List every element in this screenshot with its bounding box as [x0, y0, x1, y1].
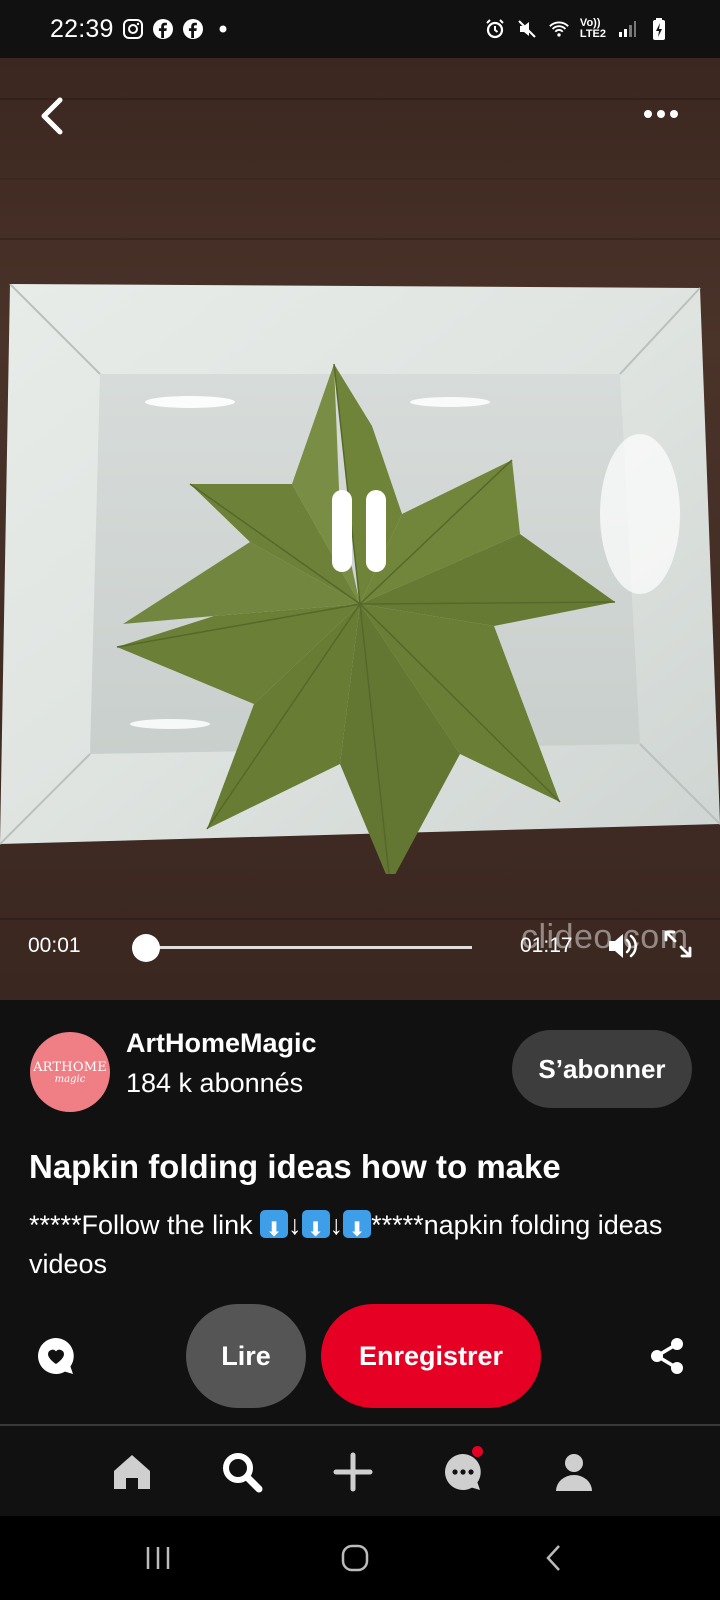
- current-time: 00:01: [28, 934, 81, 957]
- home-circle-icon: [341, 1544, 369, 1572]
- back-system-button[interactable]: [534, 1540, 574, 1576]
- lte-label: LTE2: [579, 28, 606, 40]
- nav-profile-button[interactable]: [552, 1450, 596, 1494]
- more-dots-icon: [644, 110, 678, 118]
- instagram-icon: [122, 18, 144, 40]
- save-button[interactable]: Enregistrer: [321, 1304, 541, 1408]
- nav-create-button[interactable]: [331, 1450, 375, 1494]
- pin-description-prefix: *****Follow the link: [29, 1210, 261, 1240]
- down-arrow-emoji-icon: [301, 1210, 330, 1250]
- comment-button[interactable]: [36, 1336, 76, 1376]
- creator-followers: 184 k abonnés: [126, 1068, 304, 1098]
- status-bar: 22:39 Vo)) LTE2: [0, 0, 720, 58]
- video-player[interactable]: 00:01 01:17 clideo.com: [0, 58, 720, 1000]
- wood-grain: [0, 238, 720, 240]
- search-icon: [223, 1453, 263, 1493]
- avatar-logo-text: ARTHOME: [33, 1059, 107, 1075]
- progress-track[interactable]: [142, 946, 472, 949]
- back-arrow-icon: [546, 1545, 560, 1571]
- wood-grain: [0, 178, 720, 180]
- avatar-logo-subtext: magic: [54, 1073, 86, 1085]
- mute-icon: [516, 18, 538, 40]
- small-arrow-icon: ↓: [329, 1210, 344, 1240]
- dot-icon: [212, 18, 234, 40]
- profile-icon: [556, 1454, 592, 1491]
- more-options-button[interactable]: [636, 94, 686, 134]
- messages-icon: [445, 1454, 481, 1490]
- creator-row: ARTHOME magic ArtHomeMagic 184 k abonnés…: [0, 1008, 720, 1112]
- down-arrow-emoji-icon: [260, 1210, 289, 1250]
- video-frame-plate: [0, 284, 720, 874]
- creator-avatar[interactable]: ARTHOME magic: [30, 1032, 110, 1112]
- nav-home-button[interactable]: [110, 1450, 154, 1494]
- comment-heart-icon: [38, 1338, 74, 1374]
- facebook-icon: [152, 18, 174, 40]
- wifi-icon: [548, 18, 570, 40]
- progress-handle[interactable]: [132, 934, 161, 962]
- share-icon: [651, 1338, 683, 1374]
- nav-search-button[interactable]: [220, 1450, 264, 1494]
- facebook-icon: [182, 18, 204, 40]
- signal-icon: [616, 18, 638, 40]
- nav-messages-button[interactable]: [441, 1446, 485, 1494]
- back-chevron-icon: [41, 97, 63, 135]
- battery-charging-icon: [648, 18, 670, 40]
- creator-name[interactable]: ArtHomeMagic: [126, 1028, 317, 1059]
- pin-title: Napkin folding ideas how to make: [29, 1148, 561, 1185]
- bottom-nav: [0, 1426, 720, 1516]
- video-watermark: clideo.com: [521, 918, 689, 956]
- alarm-icon: [484, 18, 506, 40]
- pin-description: *****Follow the link ↓↓*****napkin foldi…: [29, 1206, 699, 1284]
- messages-badge: [472, 1446, 483, 1457]
- network-label: Vo)) LTE2: [580, 18, 606, 40]
- share-button[interactable]: [648, 1336, 686, 1376]
- status-time: 22:39: [50, 14, 114, 43]
- video-top-bar: [0, 58, 720, 178]
- plus-icon: [333, 1452, 373, 1492]
- back-button[interactable]: [34, 94, 74, 138]
- pause-icon: [332, 490, 386, 572]
- action-row: Lire Enregistrer: [0, 1302, 720, 1412]
- follow-button[interactable]: S’abonner: [512, 1030, 692, 1108]
- system-navigation-bar: [0, 1516, 720, 1600]
- down-arrow-emoji-icon: [343, 1210, 372, 1250]
- small-arrow-icon: ↓: [288, 1210, 302, 1240]
- home-icon: [114, 1455, 150, 1489]
- home-system-button[interactable]: [335, 1540, 375, 1576]
- read-button[interactable]: Lire: [186, 1304, 306, 1408]
- recent-apps-button[interactable]: [138, 1540, 178, 1576]
- recent-apps-icon: [146, 1547, 170, 1569]
- pause-button[interactable]: [330, 486, 390, 576]
